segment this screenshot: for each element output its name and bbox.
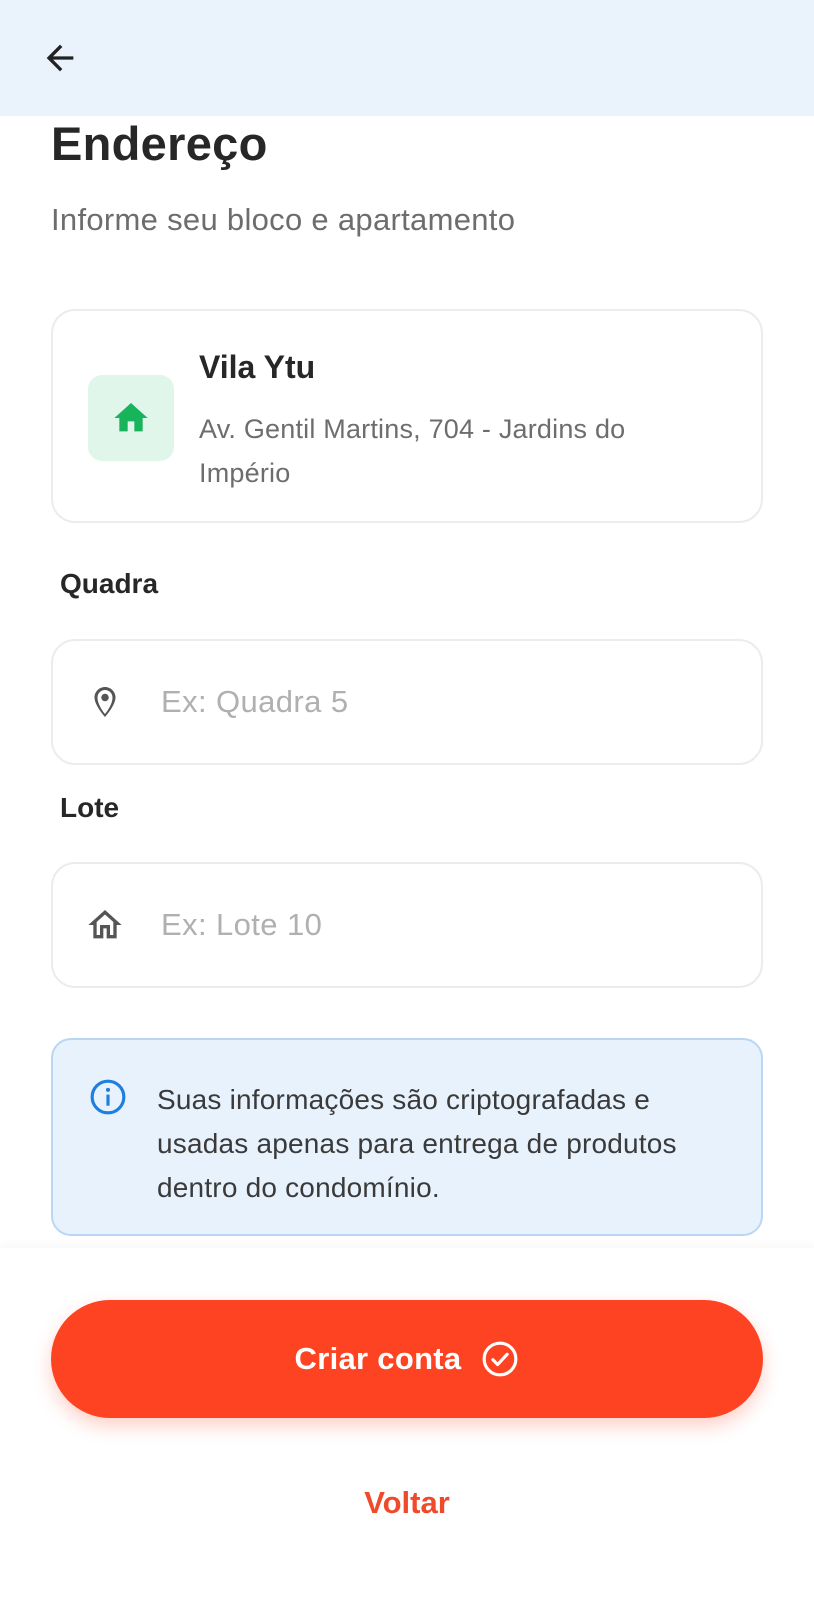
location-pin-icon [83,679,127,725]
back-text-button[interactable]: Voltar [307,1468,507,1538]
quadra-label: Quadra [60,568,159,599]
info-icon [90,1079,126,1115]
info-box: Suas informações são criptografadas e us… [51,1038,763,1236]
back-text-label: Voltar [364,1485,450,1520]
house-outline-icon [83,902,127,948]
check-circle-icon [483,1341,518,1377]
info-text: Suas informações são criptografadas e us… [157,1084,677,1203]
condo-address: Av. Gentil Martins, 704 - Jardins do Imp… [199,414,626,488]
arrow-left-icon [46,44,74,72]
page-title: Endereço [51,117,268,170]
lote-field[interactable] [51,862,763,988]
condo-card: Vila Ytu Av. Gentil Martins, 704 - Jardi… [51,309,763,523]
app-bar [0,0,814,116]
home-icon [114,403,148,432]
lote-input[interactable] [161,894,731,956]
create-account-label: Criar conta [294,1341,462,1376]
quadra-field[interactable] [51,639,763,765]
lote-label: Lote [60,792,120,823]
page-subtitle: Informe seu bloco e apartamento [51,202,516,237]
quadra-input[interactable] [161,671,731,733]
back-button[interactable] [30,28,90,88]
condo-icon-container [88,375,174,461]
create-account-button[interactable]: Criar conta [51,1300,763,1418]
condo-name: Vila Ytu [199,349,316,385]
